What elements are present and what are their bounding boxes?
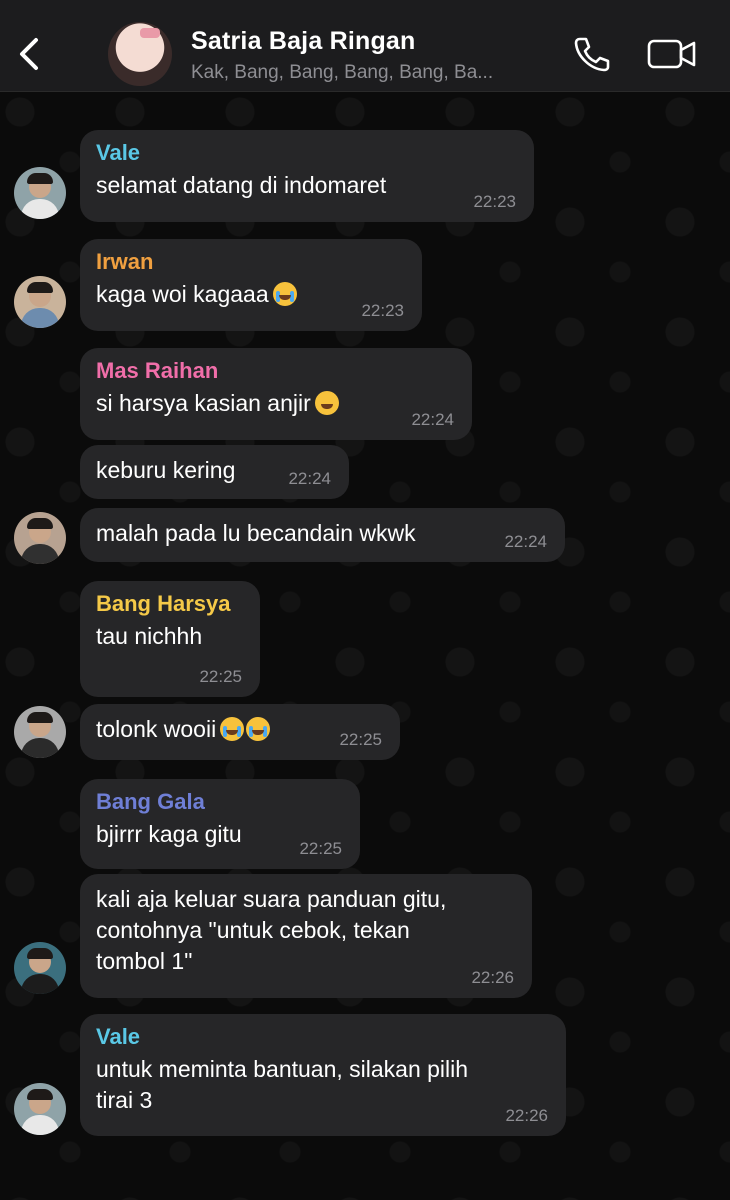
message-text-line: contohnya "untuk cebok, tekan xyxy=(96,917,410,943)
message-bubble[interactable]: malah pada lu becandain wkwk 22:24 xyxy=(80,508,565,562)
message-text-line: untuk meminta bantuan, silakan pilih xyxy=(96,1056,469,1082)
message-time: 22:23 xyxy=(473,192,516,211)
message-text: malah pada lu becandain wkwk xyxy=(96,520,416,546)
avatar-irwan[interactable] xyxy=(14,276,66,328)
message-text-line: tombol 1" xyxy=(96,948,193,974)
group-avatar[interactable] xyxy=(108,22,172,86)
sender-name: Vale xyxy=(96,140,141,165)
message-time: 22:26 xyxy=(471,968,514,987)
message-text-line: kali aja keluar suara panduan gitu, xyxy=(96,886,447,912)
loudly-crying-face-icon xyxy=(272,282,297,306)
back-chevron-icon[interactable] xyxy=(14,34,46,74)
message-bubble[interactable]: Mas Raihan si harsya kasian anjir 22:24 xyxy=(80,348,472,440)
sender-name: Bang Harsya xyxy=(96,591,231,616)
avatar-bang-harsya[interactable] xyxy=(14,706,66,758)
message-text: tau nichhh xyxy=(96,623,203,649)
message-text: si harsya kasian anjir xyxy=(96,388,456,419)
message-time: 22:25 xyxy=(339,730,382,749)
message-time: 22:23 xyxy=(361,301,404,320)
message-text-line: tirai 3 xyxy=(96,1087,153,1113)
phone-icon[interactable] xyxy=(572,36,612,72)
message-bubble[interactable]: keburu kering 22:24 xyxy=(80,445,349,499)
loudly-crying-face-icon xyxy=(220,717,245,741)
group-title[interactable]: Satria Baja Ringan xyxy=(191,27,416,56)
message-time: 22:24 xyxy=(411,410,454,429)
message-time: 22:24 xyxy=(288,469,331,488)
message-bubble[interactable]: Vale selamat datang di indomaret 22:23 xyxy=(80,130,534,222)
avatar-bang-gala[interactable] xyxy=(14,942,66,994)
message-time: 22:25 xyxy=(299,839,342,858)
message-text: selamat datang di indomaret xyxy=(96,172,387,198)
sender-name: Vale xyxy=(96,1024,141,1049)
avatar-mas-raihan[interactable] xyxy=(14,512,66,564)
message-bubble[interactable]: Bang Harsya tau nichhh 22:25 xyxy=(80,581,260,697)
message-bubble[interactable]: kali aja keluar suara panduan gitu, cont… xyxy=(80,874,532,998)
bow-decoration xyxy=(140,28,160,38)
video-camera-icon[interactable] xyxy=(646,36,698,72)
sender-name: Mas Raihan xyxy=(96,358,219,383)
sender-name: Bang Gala xyxy=(96,789,205,814)
avatar-vale[interactable] xyxy=(14,1083,66,1135)
loudly-crying-face-icon xyxy=(246,717,271,741)
message-bubble[interactable]: Bang Gala bjirrr kaga gitu 22:25 xyxy=(80,779,360,869)
message-text: kaga woi kagaaa xyxy=(96,279,406,310)
message-time: 22:24 xyxy=(504,532,547,551)
message-time: 22:25 xyxy=(199,667,242,686)
message-bubble[interactable]: Irwan kaga woi kagaaa 22:23 xyxy=(80,239,422,331)
avatar-vale[interactable] xyxy=(14,167,66,219)
message-bubble[interactable]: Vale untuk meminta bantuan, silakan pili… xyxy=(80,1014,566,1136)
message-bubble[interactable]: tolonk wooii 22:25 xyxy=(80,704,400,760)
group-members[interactable]: Kak, Bang, Bang, Bang, Bang, Ba... xyxy=(191,62,493,84)
chat-header: Satria Baja Ringan Kak, Bang, Bang, Bang… xyxy=(0,0,730,92)
message-time: 22:26 xyxy=(505,1106,548,1125)
rolling-on-floor-laughing-icon xyxy=(314,391,339,415)
sender-name: Irwan xyxy=(96,249,154,274)
message-list[interactable]: Vale selamat datang di indomaret 22:23 I… xyxy=(0,92,730,1200)
